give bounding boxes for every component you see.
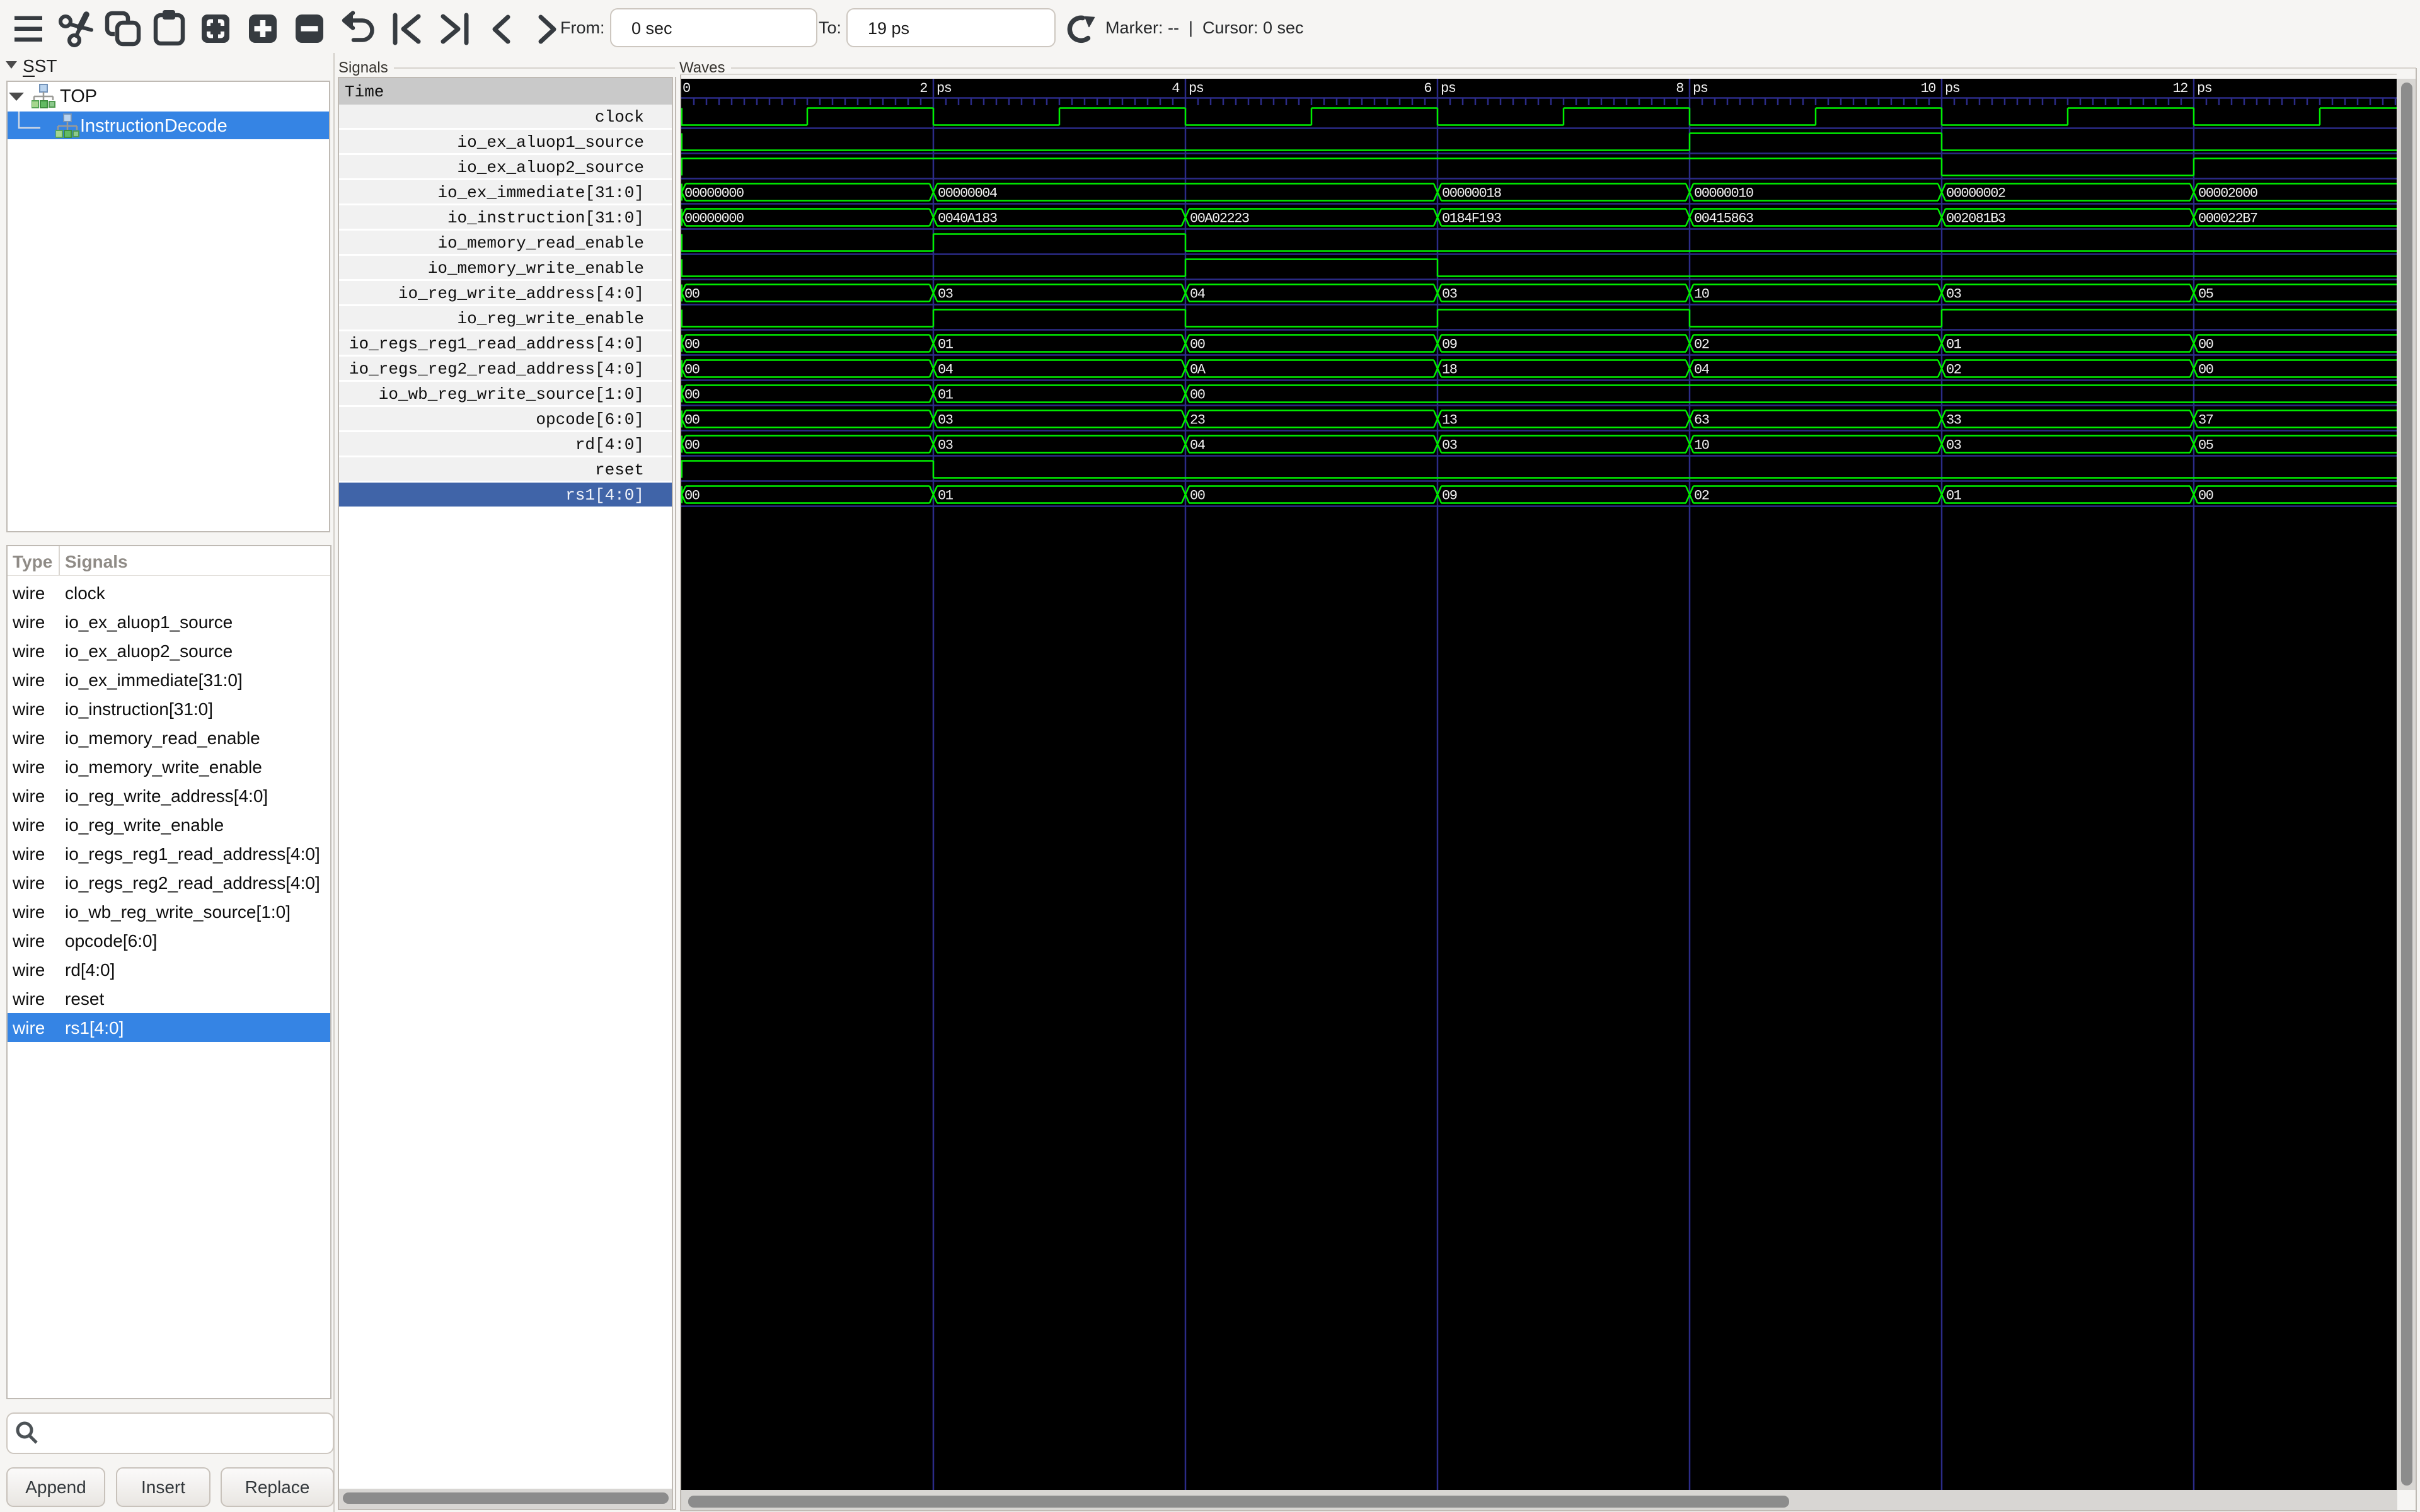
svg-text:00000018: 00000018 xyxy=(1442,186,1501,202)
svg-text:00: 00 xyxy=(684,488,700,504)
svg-text:00: 00 xyxy=(684,362,700,378)
svg-text:00000000: 00000000 xyxy=(684,211,744,227)
svg-text:23: 23 xyxy=(1190,413,1205,428)
svg-text:00002000: 00002000 xyxy=(2198,186,2257,202)
svg-text:04: 04 xyxy=(1190,287,1206,302)
svg-text:ps: ps xyxy=(1441,81,1456,96)
svg-text:00000004: 00000004 xyxy=(938,186,998,202)
svg-text:10: 10 xyxy=(1921,81,1936,96)
svg-text:12: 12 xyxy=(2173,81,2188,96)
svg-text:02: 02 xyxy=(1946,362,1961,378)
svg-text:ps: ps xyxy=(2197,81,2212,96)
svg-text:13: 13 xyxy=(1442,413,1457,428)
svg-text:ps: ps xyxy=(1693,81,1708,96)
svg-text:00000000: 00000000 xyxy=(684,186,744,202)
svg-text:4: 4 xyxy=(1172,81,1180,96)
svg-text:00000010: 00000010 xyxy=(1694,186,1753,202)
svg-text:0A: 0A xyxy=(1190,362,1206,378)
svg-text:10: 10 xyxy=(1694,438,1709,454)
svg-text:04: 04 xyxy=(1190,438,1206,454)
svg-text:05: 05 xyxy=(2198,438,2213,454)
svg-text:01: 01 xyxy=(938,488,954,504)
svg-text:00415863: 00415863 xyxy=(1694,211,1753,227)
svg-text:0040A183: 0040A183 xyxy=(938,211,997,227)
svg-text:0184F193: 0184F193 xyxy=(1442,211,1501,227)
svg-text:01: 01 xyxy=(1946,337,1962,353)
svg-text:ps: ps xyxy=(1945,81,1960,96)
svg-text:00A02223: 00A02223 xyxy=(1190,211,1249,227)
svg-text:02: 02 xyxy=(1694,488,1709,504)
svg-text:00: 00 xyxy=(684,387,700,403)
svg-text:000022B7: 000022B7 xyxy=(2198,211,2257,227)
svg-text:00000002: 00000002 xyxy=(1946,186,2005,202)
svg-text:6: 6 xyxy=(1424,81,1431,96)
svg-text:00: 00 xyxy=(2198,488,2213,504)
svg-text:00: 00 xyxy=(1190,488,1205,504)
svg-text:00: 00 xyxy=(2198,362,2213,378)
svg-text:37: 37 xyxy=(2198,413,2213,428)
svg-text:002081B3: 002081B3 xyxy=(1946,211,2005,227)
svg-text:00: 00 xyxy=(684,337,700,353)
svg-text:01: 01 xyxy=(938,337,954,353)
svg-text:10: 10 xyxy=(1694,287,1709,302)
svg-text:03: 03 xyxy=(1946,287,1961,302)
svg-text:02: 02 xyxy=(1694,337,1709,353)
svg-text:09: 09 xyxy=(1442,337,1457,353)
svg-text:00: 00 xyxy=(1190,387,1205,403)
svg-text:63: 63 xyxy=(1694,413,1709,428)
svg-text:03: 03 xyxy=(1946,438,1961,454)
svg-text:00: 00 xyxy=(2198,337,2213,353)
svg-text:ps: ps xyxy=(1189,81,1204,96)
svg-text:33: 33 xyxy=(1946,413,1961,428)
svg-text:03: 03 xyxy=(1442,287,1457,302)
svg-text:09: 09 xyxy=(1442,488,1457,504)
svg-text:ps: ps xyxy=(936,81,952,96)
svg-text:00: 00 xyxy=(684,438,700,454)
svg-text:01: 01 xyxy=(1946,488,1962,504)
svg-text:03: 03 xyxy=(1442,438,1457,454)
svg-text:00: 00 xyxy=(684,287,700,302)
svg-text:8: 8 xyxy=(1676,81,1683,96)
svg-text:00: 00 xyxy=(684,413,700,428)
svg-text:05: 05 xyxy=(2198,287,2213,302)
svg-text:03: 03 xyxy=(938,438,953,454)
svg-text:04: 04 xyxy=(938,362,954,378)
svg-text:04: 04 xyxy=(1694,362,1710,378)
svg-text:03: 03 xyxy=(938,413,953,428)
svg-text:18: 18 xyxy=(1442,362,1457,378)
svg-text:03: 03 xyxy=(938,287,953,302)
svg-text:2: 2 xyxy=(919,81,927,96)
svg-text:00: 00 xyxy=(1190,337,1205,353)
svg-text:0: 0 xyxy=(683,81,690,96)
svg-text:01: 01 xyxy=(938,387,954,403)
